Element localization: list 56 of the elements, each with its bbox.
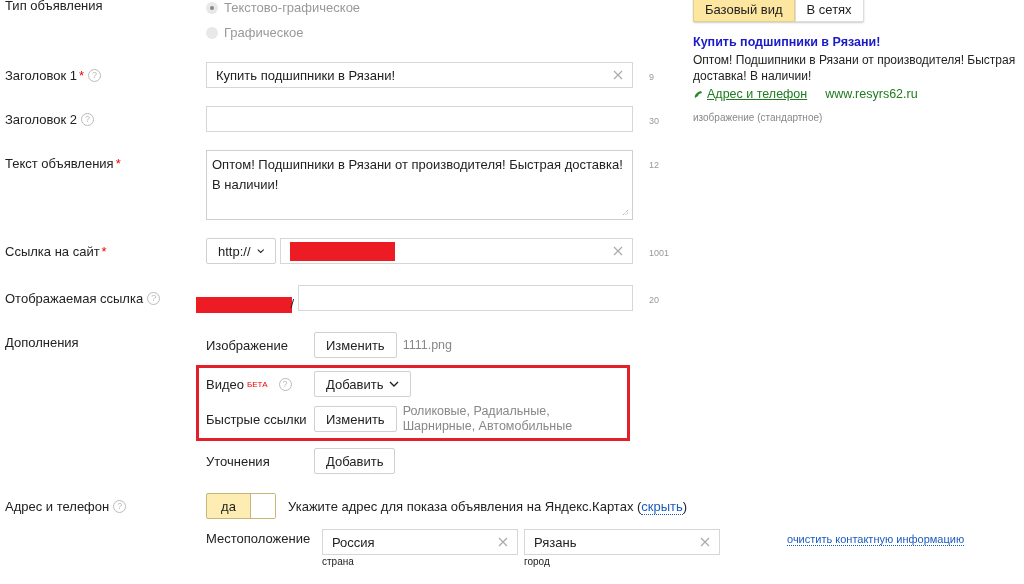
text-field[interactable]: Россия: [322, 529, 518, 555]
field-caption: страна: [322, 556, 355, 567]
field-caption: город: [524, 556, 551, 567]
character-counter: 12: [648, 159, 660, 170]
ad-text: Оптом! Подшипники в Рязани от производителя! Быстрая доставка! В наличии!: [693, 52, 1017, 84]
ad-title-link[interactable]: Купить подшипники в Рязани!: [693, 35, 1024, 49]
protocol-dropdown[interactable]: http://: [206, 238, 276, 264]
field-label: Ссылка на сайт: [5, 244, 100, 259]
toggle-switch[interactable]: да: [206, 493, 276, 519]
field-label: Изображение: [206, 337, 288, 353]
resize-handle-icon: [622, 209, 629, 216]
text-area[interactable]: Оптом! Подшипники в Рязани от производителя! Быстрая доставка! В наличии!: [206, 150, 633, 220]
contact-link[interactable]: Адрес и телефон: [707, 87, 808, 101]
hide-link[interactable]: скрыть: [641, 498, 683, 515]
required-mark: *: [115, 156, 121, 171]
view-tab[interactable]: В сетях: [794, 0, 864, 22]
beta-label: БЕТА: [247, 378, 268, 391]
character-counter: 1001: [648, 247, 671, 258]
field-label: Отображаемая ссылка: [5, 291, 144, 306]
close-icon: [498, 537, 508, 547]
field-label: Уточнения: [206, 453, 270, 469]
action-button[interactable]: Добавить: [314, 371, 412, 397]
field-label: Заголовок 2: [5, 112, 77, 127]
image-note: изображение (стандартное): [693, 112, 824, 123]
character-counter: 9: [648, 71, 655, 82]
action-button[interactable]: Изменить: [314, 332, 397, 358]
field-label: Заголовок 1: [5, 68, 77, 83]
text-field[interactable]: [298, 285, 633, 311]
required-mark: *: [101, 244, 107, 259]
character-counter: 20: [648, 294, 660, 305]
field-label: Дополнения: [5, 335, 79, 350]
supplement-note: 1111.png: [402, 337, 453, 353]
field-label: Быстрые ссылки: [206, 411, 307, 427]
text-field[interactable]: Рязань: [524, 529, 720, 555]
action-button[interactable]: Изменить: [314, 406, 397, 432]
link-prefix: /: [290, 296, 294, 311]
character-counter: 30: [648, 115, 660, 126]
domain-link[interactable]: www.resyrs62.ru: [825, 87, 918, 101]
supplement-note: Роликовые, Радиальные, Шарнирные, Автомобильные: [402, 404, 574, 434]
field-label: Тип объявления: [5, 0, 103, 13]
phone-icon: [693, 89, 703, 99]
caret-icon: [256, 248, 264, 254]
required-mark: *: [78, 68, 85, 83]
field-label: Местоположение: [206, 530, 312, 546]
field-label: Видео: [206, 376, 244, 392]
close-icon: [700, 537, 710, 547]
url-field[interactable]: [280, 238, 633, 264]
view-tab[interactable]: Базовый вид: [693, 0, 795, 22]
field-label: Текст объявления: [5, 156, 114, 171]
field-label: Адрес и телефон: [5, 499, 110, 514]
radio-button[interactable]: [206, 1, 218, 14]
clear-contact-link[interactable]: очистить контактную информацию: [787, 533, 965, 546]
text-field[interactable]: [206, 106, 633, 132]
text-field[interactable]: Купить подшипники в Рязани!: [206, 62, 633, 88]
address-hint: Укажите адрес для показа объявления на Яндекс.Картах (скрыть): [288, 498, 688, 514]
action-button[interactable]: Добавить: [314, 448, 396, 474]
